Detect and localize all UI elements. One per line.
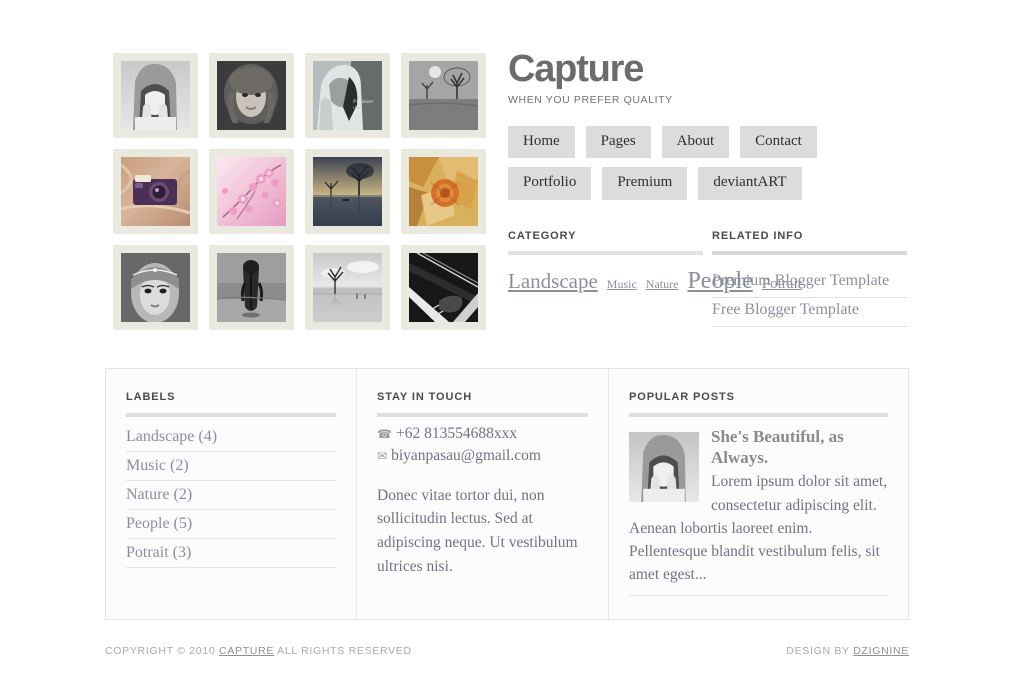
gallery-thumbnail[interactable] — [113, 245, 198, 330]
phone-icon: ☎ — [377, 427, 392, 441]
photo-cello-strings — [409, 253, 478, 322]
section-divider-bar — [126, 413, 336, 417]
related-link-premium[interactable]: Premium Blogger Template — [712, 269, 907, 297]
footer-widgets-panel: LABELS Landscape (4) Music (2) Nature (2… — [105, 368, 909, 620]
labels-widget: LABELS Landscape (4) Music (2) Nature (2… — [106, 369, 356, 619]
top-section: Premier the Capture WHEN YOU PREFER QUAL… — [0, 0, 1009, 355]
meta-row: CATEGORY Landscape Music Nature People Potra… — [508, 230, 913, 327]
svg-text:the: the — [353, 105, 360, 110]
label-link-nature[interactable]: Nature (2) — [126, 481, 336, 509]
photo-gallery-grid: Premier the — [113, 53, 486, 330]
gallery-thumbnail[interactable] — [209, 149, 294, 234]
section-divider-bar — [712, 251, 907, 255]
photo-lone-tree-lake — [313, 157, 382, 226]
gallery-thumbnail[interactable] — [305, 245, 390, 330]
gallery-thumbnail[interactable] — [401, 149, 486, 234]
tag-music[interactable]: Music — [607, 277, 637, 291]
related-info-heading: RELATED INFO — [712, 230, 804, 242]
label-link-people[interactable]: People (5) — [126, 510, 336, 538]
category-tag-cloud: Landscape Music Nature People Potrait — [508, 268, 802, 294]
gallery-thumbnail[interactable]: Premier the — [305, 53, 390, 138]
related-link-free[interactable]: Free Blogger Template — [712, 298, 907, 326]
stay-in-touch-widget: STAY IN TOUCH ☎ +62 813554688xxx ✉ biyanpa… — [356, 369, 608, 619]
category-section: CATEGORY Landscape Music Nature People Potra… — [508, 230, 802, 327]
photo-cherry-blossom — [217, 157, 286, 226]
page-root: Premier the Capture WHEN YOU PREFER QUAL… — [0, 0, 1009, 689]
copyright-suffix: ALL RIGHTS RESERVED — [277, 645, 412, 657]
gallery-thumbnail[interactable] — [401, 245, 486, 330]
gallery-thumbnail[interactable] — [401, 53, 486, 138]
design-credit-link[interactable]: DZIGNINE — [853, 645, 909, 657]
list-item: Music (2) — [126, 452, 336, 481]
popular-posts-widget: POPULAR POSTS She's Beautiful, as Always… — [608, 369, 908, 619]
copyright-site-link[interactable]: CAPTURE — [219, 645, 274, 657]
email-line: ✉ biyanpasau@gmail.com — [377, 445, 588, 467]
nav-item-premium[interactable]: Premium — [602, 167, 688, 200]
list-item: People (5) — [126, 510, 336, 539]
page-footer: COPYRIGHT © 2010 CAPTURE ALL RIGHTS RESE… — [105, 645, 909, 657]
labels-heading: LABELS — [126, 391, 176, 403]
design-prefix: DESIGN BY — [786, 645, 850, 657]
popular-post-item: She's Beautiful, as Always. Lorem ipsum … — [629, 427, 888, 596]
section-divider-bar — [508, 251, 703, 255]
gallery-thumbnail[interactable] — [113, 149, 198, 234]
nav-item-contact[interactable]: Contact — [740, 126, 817, 159]
nav-item-deviantart[interactable]: deviantART — [698, 167, 802, 200]
gallery-thumbnail[interactable] — [305, 149, 390, 234]
gallery-thumbnail[interactable] — [113, 53, 198, 138]
list-item: Premium Blogger Template — [712, 269, 907, 298]
photo-tree-flooded-lake — [313, 253, 382, 322]
section-divider-bar — [377, 413, 588, 417]
labels-list: Landscape (4) Music (2) Nature (2) Peopl… — [126, 423, 336, 568]
list-item: Landscape (4) — [126, 423, 336, 452]
related-info-list: Premium Blogger Template Free Blogger Te… — [712, 269, 907, 327]
nav-item-portfolio[interactable]: Portfolio — [508, 167, 592, 200]
popular-post-thumbnail[interactable] — [629, 432, 699, 502]
photo-curly-hair-portrait — [217, 61, 286, 130]
tag-nature[interactable]: Nature — [646, 277, 679, 291]
email-address[interactable]: biyanpasau@gmail.com — [391, 447, 541, 464]
photo-hooded-girl: Premier the — [313, 61, 382, 130]
related-info-section: RELATED INFO Premium Blogger Template Fr… — [712, 230, 907, 327]
main-navigation: Home Pages About Contact Portfolio Premi… — [508, 126, 908, 209]
photo-bare-trees-field — [409, 61, 478, 130]
photo-woman-headpiece — [121, 253, 190, 322]
label-link-music[interactable]: Music (2) — [126, 452, 336, 480]
nav-item-about[interactable]: About — [661, 126, 730, 159]
photo-woman-hands-face — [121, 61, 190, 130]
list-item: Nature (2) — [126, 481, 336, 510]
section-divider-bar — [629, 413, 888, 417]
nav-item-home[interactable]: Home — [508, 126, 575, 159]
copyright-text: COPYRIGHT © 2010 CAPTURE ALL RIGHTS RESE… — [105, 645, 412, 657]
contact-description: Donec vitae tortor dui, non sollicitudin… — [377, 486, 578, 575]
tag-landscape[interactable]: Landscape — [508, 269, 598, 293]
site-tagline: WHEN YOU PREFER QUALITY — [508, 94, 673, 106]
gallery-thumbnail[interactable] — [209, 53, 294, 138]
photo-autumn-leaves — [409, 157, 478, 226]
stay-in-touch-heading: STAY IN TOUCH — [377, 391, 473, 403]
list-item: Free Blogger Template — [712, 298, 907, 327]
label-link-potrait[interactable]: Potrait (3) — [126, 539, 336, 567]
copyright-prefix: COPYRIGHT © 2010 — [105, 645, 216, 657]
photo-person-umbrella — [217, 253, 286, 322]
phone-line: ☎ +62 813554688xxx — [377, 423, 588, 445]
phone-number: +62 813554688xxx — [395, 425, 518, 442]
nav-item-pages[interactable]: Pages — [585, 126, 651, 159]
category-heading: CATEGORY — [508, 230, 577, 242]
list-item: Potrait (3) — [126, 539, 336, 568]
site-header: Capture WHEN YOU PREFER QUALITY Home Pag… — [508, 50, 918, 209]
post-divider — [629, 594, 888, 596]
site-logo[interactable]: Capture — [508, 50, 918, 88]
envelope-icon: ✉ — [377, 449, 388, 464]
design-credit: DESIGN BY DZIGNINE — [786, 645, 909, 657]
gallery-thumbnail[interactable] — [209, 245, 294, 330]
label-link-landscape[interactable]: Landscape (4) — [126, 423, 336, 451]
popular-posts-heading: POPULAR POSTS — [629, 391, 735, 403]
photo-vintage-camera — [121, 157, 190, 226]
